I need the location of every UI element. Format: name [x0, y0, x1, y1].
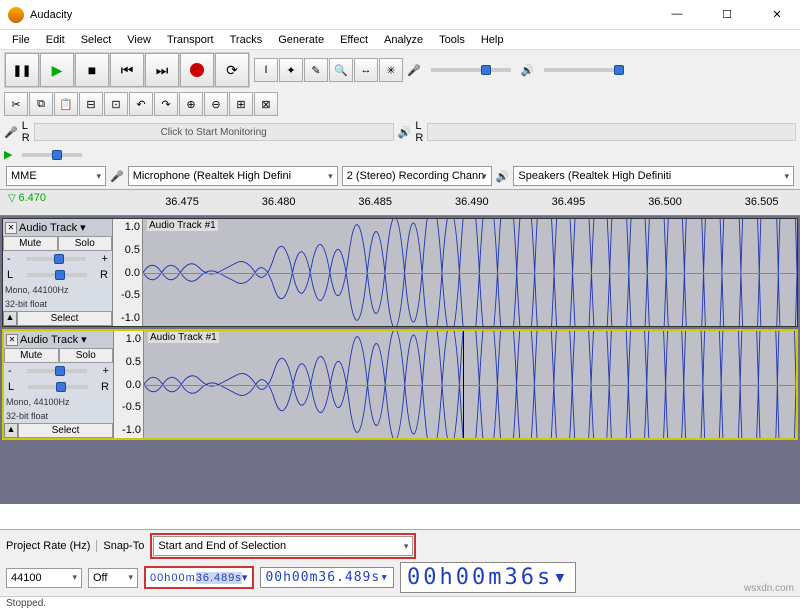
close-button[interactable]: ✕ [762, 8, 792, 21]
multi-tool[interactable]: ✳ [379, 58, 403, 82]
menu-generate[interactable]: Generate [272, 32, 330, 47]
mute-button[interactable]: Mute [4, 348, 59, 363]
track-close-button[interactable]: ✕ [6, 334, 18, 346]
mic-slider-icon: 🎤 [407, 64, 421, 77]
zoom-tool[interactable]: 🔍 [329, 58, 353, 82]
vertical-scale[interactable]: 1.0 0.5 0.0 -0.5 -1.0 [114, 331, 144, 438]
menu-view[interactable]: View [121, 32, 157, 47]
waveform-display[interactable]: Audio Track #1 [143, 219, 797, 326]
mic-meter-icon: 🎤 [4, 126, 18, 139]
waveform-display[interactable]: Audio Track #1 [144, 331, 796, 438]
selection-end-time[interactable]: 00h00m36.489s▾ [260, 567, 394, 588]
fit-selection-button[interactable]: ⊞ [229, 92, 253, 116]
copy-button[interactable]: ⧉ [29, 92, 53, 116]
app-title: Audacity [30, 9, 662, 21]
menu-transport[interactable]: Transport [161, 32, 220, 47]
menu-file[interactable]: File [6, 32, 36, 47]
track-2: ✕ Audio Track ▾ Mute Solo -+ LR Mono, 44… [2, 329, 798, 440]
select-track-button[interactable]: Select [18, 423, 113, 438]
stop-button[interactable]: ■ [75, 53, 109, 87]
trim-button[interactable]: ⊟ [79, 92, 103, 116]
mic-icon: 🎤 [110, 170, 124, 183]
watermark: wsxdn.com [744, 583, 794, 594]
selection-tool[interactable]: I [254, 58, 278, 82]
envelope-tool[interactable]: ✦ [279, 58, 303, 82]
audio-position-display[interactable]: 00h00m36s▾ [400, 562, 576, 593]
fit-project-button[interactable]: ⊠ [254, 92, 278, 116]
transport-toolbar: ❚❚ ▶ ■ ⏮ ⏭ ⟳ [4, 52, 250, 88]
scrub-play-icon[interactable]: ▶ [4, 148, 12, 161]
record-button[interactable] [180, 53, 214, 87]
menu-edit[interactable]: Edit [40, 32, 71, 47]
snap-to-combo[interactable]: Off [88, 568, 138, 588]
paste-button[interactable]: 📋 [54, 92, 78, 116]
track-label: Audio Track #1 [147, 220, 218, 231]
skip-start-button[interactable]: ⏮ [110, 53, 144, 87]
undo-button[interactable]: ↶ [129, 92, 153, 116]
scrub-slider[interactable] [22, 153, 82, 157]
zoom-in-button[interactable]: ⊕ [179, 92, 203, 116]
status-bar: Stopped. [0, 596, 800, 610]
track-1: ✕ Audio Track ▾ Mute Solo -+ LR Mono, 44… [2, 218, 798, 327]
maximize-button[interactable]: ☐ [712, 8, 742, 21]
zoom-out-button[interactable]: ⊖ [204, 92, 228, 116]
mute-button[interactable]: Mute [3, 236, 58, 251]
project-rate-label: Project Rate (Hz) [6, 540, 90, 552]
audio-host-combo[interactable]: MME [6, 166, 106, 186]
silence-button[interactable]: ⊡ [104, 92, 128, 116]
speaker-icon: 🔊 [496, 170, 510, 183]
solo-button[interactable]: Solo [58, 236, 113, 251]
loop-button[interactable]: ⟳ [215, 53, 249, 87]
menu-select[interactable]: Select [75, 32, 118, 47]
timeshift-tool[interactable]: ↔ [354, 58, 378, 82]
timeline-ruler[interactable]: ▽ 6.470 36.475 36.480 36.485 36.490 36.4… [0, 190, 800, 216]
snap-to-label: Snap-To [96, 540, 144, 552]
selection-start-time[interactable]: 00h00m36.489s▾ [144, 566, 254, 589]
track-menu[interactable]: Audio Track ▾ [19, 221, 86, 234]
minimize-button[interactable]: — [662, 8, 692, 21]
play-button[interactable]: ▶ [40, 53, 74, 87]
menu-analyze[interactable]: Analyze [378, 32, 429, 47]
app-icon [8, 7, 24, 23]
playhead-cursor [463, 331, 464, 438]
menu-effect[interactable]: Effect [334, 32, 374, 47]
track-control-panel[interactable]: ✕ Audio Track ▾ Mute Solo -+ LR Mono, 44… [4, 331, 114, 438]
pause-button[interactable]: ❚❚ [5, 53, 39, 87]
menu-bar: File Edit Select View Transport Tracks G… [0, 30, 800, 50]
pan-slider[interactable] [27, 273, 87, 277]
collapse-button[interactable]: ▲ [3, 311, 17, 326]
skip-end-button[interactable]: ⏭ [145, 53, 179, 87]
track-menu[interactable]: Audio Track ▾ [20, 333, 87, 346]
selection-format-combo[interactable]: Start and End of Selection [153, 536, 413, 556]
menu-tracks[interactable]: Tracks [224, 32, 269, 47]
recording-channels-combo[interactable]: 2 (Stereo) Recording Chann [342, 166, 492, 186]
collapse-button[interactable]: ▲ [4, 423, 18, 438]
track-label: Audio Track #1 [148, 332, 219, 343]
track-close-button[interactable]: ✕ [5, 222, 17, 234]
speaker-slider-icon: 🔊 [521, 64, 535, 77]
playback-volume-slider[interactable] [544, 68, 624, 72]
menu-tools[interactable]: Tools [433, 32, 471, 47]
menu-help[interactable]: Help [475, 32, 510, 47]
redo-button[interactable]: ↷ [154, 92, 178, 116]
play-marker: ▽ 6.470 [8, 192, 46, 204]
record-volume-slider[interactable] [431, 68, 511, 72]
meter-label: Click to Start Monitoring [161, 127, 267, 138]
track-control-panel[interactable]: ✕ Audio Track ▾ Mute Solo -+ LR Mono, 44… [3, 219, 113, 326]
playback-meter[interactable] [427, 123, 796, 141]
pan-slider[interactable] [28, 385, 88, 389]
vertical-scale[interactable]: 1.0 0.5 0.0 -0.5 -1.0 [113, 219, 143, 326]
gain-slider[interactable] [26, 257, 86, 261]
cut-button[interactable]: ✂ [4, 92, 28, 116]
select-track-button[interactable]: Select [17, 311, 112, 326]
playback-device-combo[interactable]: Speakers (Realtek High Definiti [513, 166, 794, 186]
recording-device-combo[interactable]: Microphone (Realtek High Defini [128, 166, 338, 186]
project-rate-combo[interactable]: 44100 [6, 568, 82, 588]
draw-tool[interactable]: ✎ [304, 58, 328, 82]
recording-meter[interactable]: Click to Start Monitoring [34, 123, 394, 141]
gain-slider[interactable] [27, 369, 87, 373]
speaker-meter-icon: 🔊 [398, 126, 412, 139]
solo-button[interactable]: Solo [59, 348, 114, 363]
